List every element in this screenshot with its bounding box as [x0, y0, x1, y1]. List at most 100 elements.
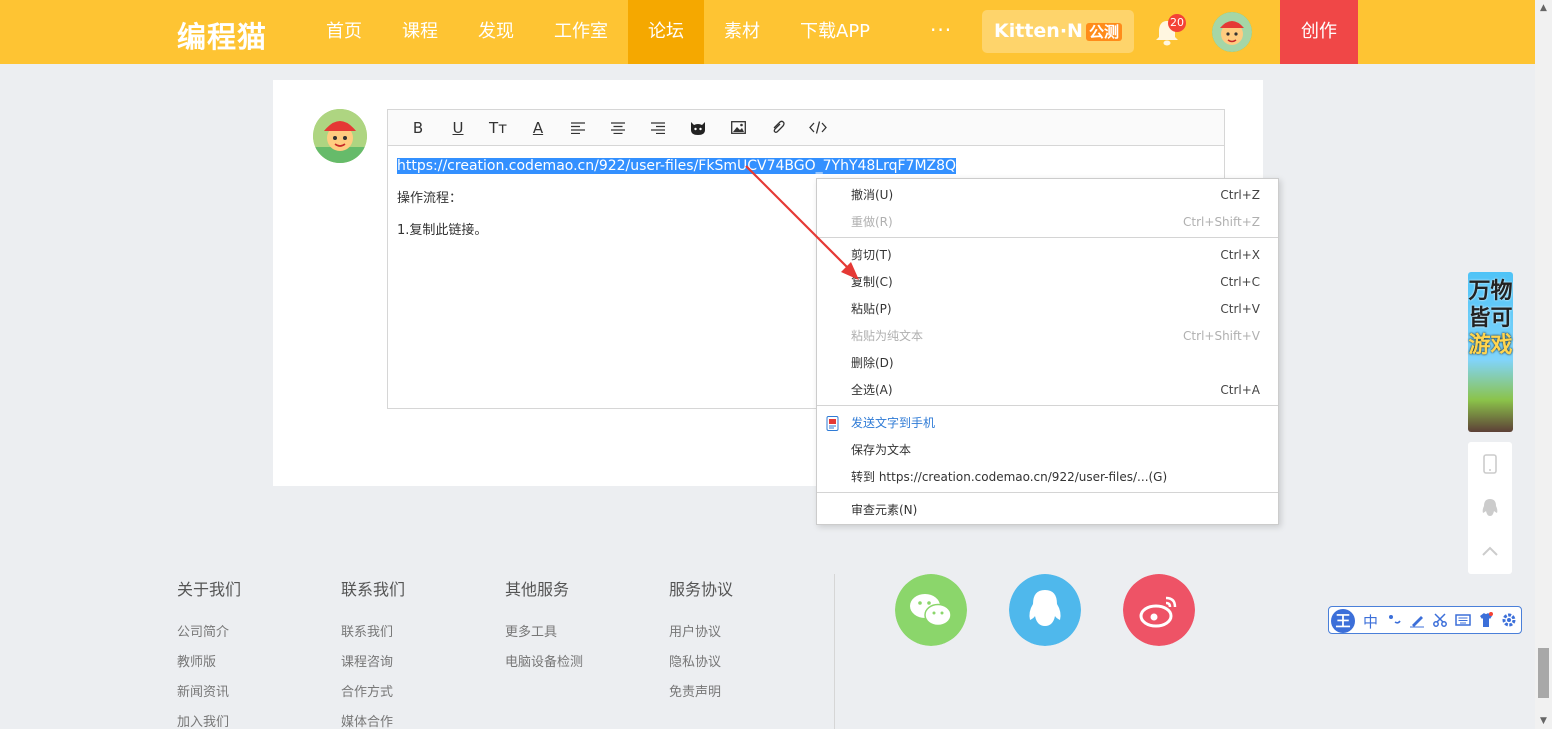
scroll-up-arrow-icon[interactable]: ▲ [1535, 0, 1552, 16]
ime-settings-icon[interactable] [1501, 612, 1517, 628]
align-center-icon[interactable] [598, 110, 638, 146]
footer-link[interactable]: 合作方式 [341, 678, 481, 708]
menu-separator [817, 237, 1278, 238]
menu-paste-plain-label: 粘贴为纯文本 [851, 329, 924, 343]
qq-service-icon[interactable] [1480, 498, 1500, 518]
footer-link[interactable]: 电脑设备检测 [505, 648, 645, 678]
attachment-icon[interactable] [758, 110, 798, 146]
menu-undo-shortcut: Ctrl+Z [1220, 188, 1260, 202]
ime-skin-icon[interactable] [1478, 612, 1494, 628]
footer-col-about: 关于我们 公司简介 教师版 新闻资讯 加入我们 [177, 576, 317, 729]
ime-chinese-mode[interactable]: 中 [1363, 611, 1378, 632]
footer-col-contact: 联系我们 联系我们 课程咨询 合作方式 媒体合作 [341, 576, 481, 729]
menu-select-all-label: 全选(A) [851, 383, 893, 397]
text-size-icon[interactable]: Tт [478, 110, 518, 146]
footer-link[interactable]: 更多工具 [505, 618, 645, 648]
menu-copy[interactable]: 复制(C) Ctrl+C [817, 271, 1278, 293]
code-icon[interactable] [798, 110, 838, 146]
wechat-icon[interactable] [895, 574, 967, 646]
menu-delete[interactable]: 删除(D) [817, 352, 1278, 374]
menu-separator [817, 405, 1278, 406]
mobile-icon[interactable] [1480, 454, 1500, 474]
menu-paste[interactable]: 粘贴(P) Ctrl+V [817, 298, 1278, 320]
menu-separator [817, 492, 1278, 493]
footer-col-title: 服务协议 [669, 580, 734, 599]
editor-toolbar: B U Tт A [388, 110, 1224, 146]
menu-undo[interactable]: 撤消(U) Ctrl+Z [817, 184, 1278, 206]
menu-goto-link[interactable]: 转到 https://creation.codemao.cn/922/user-… [817, 466, 1278, 488]
text-color-icon[interactable]: A [518, 110, 558, 146]
text-size-glyph: Tт [489, 118, 507, 137]
menu-send-to-phone[interactable]: 发送文字到手机 [817, 412, 1278, 434]
banner-text: 万物 皆可 游戏 [1468, 278, 1513, 359]
scroll-down-arrow-icon[interactable]: ▼ [1535, 713, 1552, 729]
nav-more-button[interactable]: ··· [930, 18, 952, 42]
ime-keyboard-icon[interactable] [1455, 612, 1471, 628]
nav-home[interactable]: 首页 [306, 0, 382, 64]
image-icon[interactable] [718, 110, 758, 146]
side-banner-ad[interactable]: 万物 皆可 游戏 [1468, 272, 1513, 432]
user-avatar[interactable] [1212, 12, 1252, 52]
menu-save-as-text[interactable]: 保存为文本 [817, 439, 1278, 461]
footer-link[interactable]: 免责声明 [669, 678, 809, 708]
footer-link[interactable]: 加入我们 [177, 708, 317, 729]
menu-redo[interactable]: 重做(R) Ctrl+Shift+Z [817, 211, 1278, 233]
align-left-icon[interactable] [558, 110, 598, 146]
nav-forum[interactable]: 论坛 [628, 0, 704, 64]
nav-courses[interactable]: 课程 [382, 0, 458, 64]
menu-paste-plain[interactable]: 粘贴为纯文本 Ctrl+Shift+V [817, 325, 1278, 347]
bold-icon[interactable]: B [398, 110, 438, 146]
menu-copy-shortcut: Ctrl+C [1220, 275, 1260, 289]
kitten-n-beta-tag: 公测 [1085, 23, 1122, 41]
kitten-n-label: Kitten·N [994, 20, 1083, 42]
weibo-icon[interactable] [1123, 574, 1195, 646]
footer-link[interactable]: 公司简介 [177, 618, 317, 648]
selected-link-text[interactable]: https://creation.codemao.cn/922/user-fil… [397, 158, 957, 174]
menu-cut-label: 剪切(T) [851, 248, 892, 262]
site-logo[interactable]: 编程猫 [177, 14, 267, 56]
menu-paste-shortcut: Ctrl+V [1220, 302, 1260, 316]
text-color-glyph: A [532, 118, 544, 137]
footer-col-title: 关于我们 [177, 580, 242, 599]
reply-user-avatar [313, 109, 367, 163]
kitten-n-button[interactable]: Kitten·N 公测 [982, 10, 1134, 53]
footer-link[interactable]: 联系我们 [341, 618, 481, 648]
align-right-icon[interactable] [638, 110, 678, 146]
create-button[interactable]: 创作 [1280, 0, 1358, 64]
menu-goto-link-label: 转到 https://creation.codemao.cn/922/user-… [851, 470, 1168, 484]
back-to-top-icon[interactable] [1480, 542, 1500, 562]
underline-icon[interactable]: U [438, 110, 478, 146]
bold-glyph: B [412, 118, 424, 137]
footer-link[interactable]: 新闻资讯 [177, 678, 317, 708]
menu-delete-label: 删除(D) [851, 356, 894, 370]
menu-paste-label: 粘贴(P) [851, 302, 892, 316]
footer-link[interactable]: 隐私协议 [669, 648, 809, 678]
ime-punctuation-icon[interactable] [1386, 612, 1402, 628]
menu-select-all[interactable]: 全选(A) Ctrl+A [817, 379, 1278, 401]
banner-line-3: 游戏 [1468, 333, 1513, 358]
footer-divider [834, 574, 835, 729]
menu-cut[interactable]: 剪切(T) Ctrl+X [817, 244, 1278, 266]
ime-handwrite-icon[interactable] [1409, 612, 1425, 628]
context-menu: 撤消(U) Ctrl+Z 重做(R) Ctrl+Shift+Z 剪切(T) Ctrl+… [816, 178, 1279, 525]
qq-icon[interactable] [1009, 574, 1081, 646]
top-nav-bar: 编程猫 首页 课程 发现 工作室 论坛 素材 下载APP ··· Kitten·… [0, 0, 1535, 64]
nav-studio[interactable]: 工作室 [534, 0, 628, 64]
menu-copy-label: 复制(C) [851, 275, 893, 289]
footer-link[interactable]: 课程咨询 [341, 648, 481, 678]
menu-paste-plain-shortcut: Ctrl+Shift+V [1183, 329, 1260, 343]
emoji-cat-icon[interactable] [678, 110, 718, 146]
nav-discover[interactable]: 发现 [458, 0, 534, 64]
scroll-thumb[interactable] [1538, 648, 1549, 698]
page-scrollbar[interactable]: ▲ ▼ [1535, 0, 1552, 729]
ime-logo[interactable]: 王 [1331, 609, 1355, 633]
ime-scissors-icon[interactable] [1432, 612, 1448, 628]
footer-link[interactable]: 媒体合作 [341, 708, 481, 729]
nav-materials[interactable]: 素材 [704, 0, 780, 64]
nav-download-app[interactable]: 下载APP [780, 0, 890, 64]
menu-inspect[interactable]: 审查元素(N) [817, 499, 1278, 521]
footer-link[interactable]: 用户协议 [669, 618, 809, 648]
footer-link[interactable]: 教师版 [177, 648, 317, 678]
footer-col-services: 其他服务 更多工具 电脑设备检测 [505, 576, 645, 678]
menu-redo-shortcut: Ctrl+Shift+Z [1183, 215, 1260, 229]
